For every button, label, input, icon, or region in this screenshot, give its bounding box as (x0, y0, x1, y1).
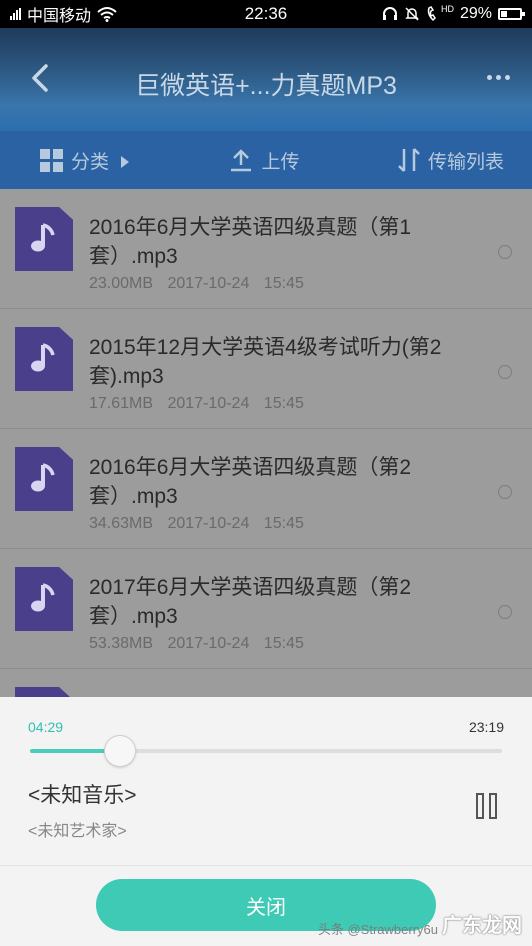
category-label: 分类 (71, 151, 110, 173)
file-name: 2015年12月大学英语4级考试听力(第2套).mp3 (89, 336, 442, 388)
list-item[interactable]: 2015年12月大学英语4级考试听力(第2套).mp3 17.61MB 2017… (0, 309, 532, 429)
music-file-icon (15, 447, 73, 511)
file-time: 15:45 (263, 515, 304, 532)
category-button[interactable]: 分类 (40, 147, 131, 174)
progress-slider[interactable] (30, 735, 502, 767)
file-meta: 23.00MB 2017-10-24 15:45 (89, 275, 314, 293)
hd-label: HD (440, 4, 454, 14)
more-icon[interactable] (480, 62, 516, 92)
watermark-handle: 头条 @Strawberry6u (317, 922, 438, 937)
upload-label: 上传 (261, 151, 300, 173)
toolbar: 分类 上传 传输列表 (0, 131, 532, 189)
file-date: 2017-10-24 (167, 275, 250, 292)
file-list: 2016年6月大学英语四级真题（第1套）.mp3 23.00MB 2017-10… (0, 189, 532, 697)
signal-icon (10, 8, 21, 20)
upload-icon (231, 149, 252, 172)
track-artist: <未知艺术家> (28, 823, 127, 840)
divider (0, 865, 532, 866)
list-item-partial[interactable] (0, 669, 532, 697)
progress-thumb[interactable] (103, 735, 136, 767)
select-radio[interactable] (498, 365, 512, 379)
file-name: 2017年6月大学英语四级真题（第2套）.mp3 (89, 576, 412, 628)
watermark-brand: 广东龙网 (442, 915, 522, 937)
file-name: 2016年6月大学英语四级真题（第1套）.mp3 (89, 216, 412, 268)
watermark: 头条 @Strawberry6u 广东龙网 (318, 909, 522, 938)
list-item[interactable]: 2017年6月大学英语四级真题（第2套）.mp3 53.38MB 2017-10… (0, 549, 532, 669)
file-meta: 34.63MB 2017-10-24 15:45 (89, 515, 314, 533)
status-bar: 中国移动 22:36 HD 29% (0, 0, 532, 28)
status-right: HD 29% (382, 4, 525, 23)
grid-icon (40, 148, 63, 172)
transfer-list-button[interactable]: 传输列表 (398, 147, 504, 174)
select-radio[interactable] (498, 245, 512, 259)
file-time: 15:45 (263, 635, 304, 652)
hd-call-icon: HD (426, 4, 454, 22)
status-left: 中国移动 (10, 2, 117, 26)
file-date: 2017-10-24 (167, 395, 250, 412)
file-date: 2017-10-24 (167, 515, 250, 532)
select-radio[interactable] (498, 485, 512, 499)
file-time: 15:45 (263, 275, 304, 292)
file-date: 2017-10-24 (167, 635, 250, 652)
transfer-list-label: 传输列表 (427, 151, 504, 173)
file-meta: 17.61MB 2017-10-24 15:45 (89, 395, 314, 413)
file-time: 15:45 (263, 395, 304, 412)
pause-button[interactable] (476, 793, 498, 819)
file-size: 23.00MB (89, 275, 154, 292)
total-time: 23:19 (468, 719, 504, 735)
select-radio[interactable] (498, 605, 512, 619)
mute-icon (405, 7, 419, 21)
music-file-icon (15, 327, 73, 391)
file-name: 2016年6月大学英语四级真题（第2套）.mp3 (89, 456, 412, 508)
caret-down-icon (121, 156, 130, 168)
page-title: 巨微英语+...力真题MP3 (135, 72, 397, 100)
transfer-icon (398, 148, 420, 172)
file-meta: 53.38MB 2017-10-24 15:45 (89, 635, 314, 653)
app-header: 巨微英语+...力真题MP3 (0, 28, 532, 131)
carrier-label: 中国移动 (27, 8, 92, 25)
music-file-icon (15, 687, 73, 697)
track-title: <未知音乐> (28, 784, 137, 807)
list-item[interactable]: 2016年6月大学英语四级真题（第2套）.mp3 34.63MB 2017-10… (0, 429, 532, 549)
battery-label: 29% (459, 5, 492, 22)
file-size: 53.38MB (89, 635, 154, 652)
music-file-icon (15, 207, 73, 271)
file-size: 17.61MB (89, 395, 154, 412)
battery-icon (498, 8, 525, 20)
wifi-icon (97, 7, 117, 22)
headset-icon (382, 7, 397, 20)
file-size: 34.63MB (89, 515, 154, 532)
list-item[interactable]: 2016年6月大学英语四级真题（第1套）.mp3 23.00MB 2017-10… (0, 189, 532, 309)
music-file-icon (15, 567, 73, 631)
current-time: 04:29 (28, 719, 64, 735)
upload-button[interactable]: 上传 (229, 147, 300, 174)
